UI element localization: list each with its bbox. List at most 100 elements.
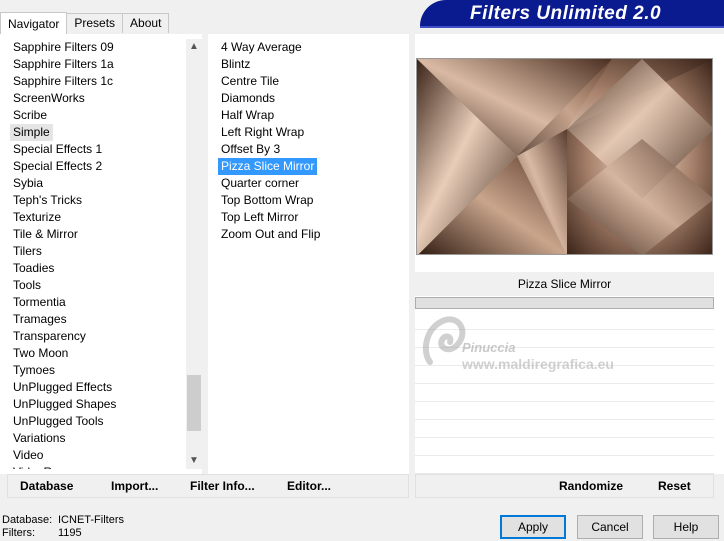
category-label: Video (13, 448, 44, 462)
category-label: Tramages (13, 312, 67, 326)
parameter-row (415, 384, 714, 402)
category-item[interactable]: Simple (0, 124, 186, 141)
category-label: UnPlugged Effects (13, 380, 113, 394)
category-item[interactable]: Tramages (0, 311, 186, 328)
category-item[interactable]: UnPlugged Shapes (0, 396, 186, 413)
preview-image (416, 58, 713, 255)
category-label: Toadies (13, 261, 55, 275)
parameter-row (415, 438, 714, 456)
filter-item[interactable]: Top Left Mirror (208, 209, 408, 226)
category-label: Tools (13, 278, 42, 292)
category-label: Simple (10, 124, 53, 141)
category-item[interactable]: UnPlugged Tools (0, 413, 186, 430)
category-item[interactable]: ScreenWorks (0, 90, 186, 107)
category-item[interactable]: Teph's Tricks (0, 192, 186, 209)
parameter-row (415, 402, 714, 420)
filter-item[interactable]: 4 Way Average (208, 39, 408, 56)
tab-navigator[interactable]: Navigator (0, 12, 68, 34)
category-label: Sapphire Filters 1a (13, 57, 114, 71)
category-item[interactable]: Sapphire Filters 1c (0, 73, 186, 90)
category-label: Special Effects 2 (13, 159, 103, 173)
category-label: Transparency (13, 329, 86, 343)
scroll-down-arrow-icon[interactable]: ▼ (186, 453, 202, 469)
category-item[interactable]: Toadies (0, 260, 186, 277)
category-item[interactable]: Sapphire Filters 1a (0, 56, 186, 73)
category-item[interactable]: Tools (0, 277, 186, 294)
filter-info-button[interactable]: Filter Info... (190, 479, 255, 493)
scroll-up-arrow-icon[interactable]: ▲ (186, 39, 202, 55)
tab-about[interactable]: About (122, 13, 170, 33)
category-item[interactable]: Sapphire Filters 09 (0, 39, 186, 56)
filter-label: Zoom Out and Flip (221, 227, 321, 241)
category-item[interactable]: Scribe (0, 107, 186, 124)
filter-label: Quarter corner (221, 176, 300, 190)
category-label: Texturize (13, 210, 62, 224)
category-item[interactable]: Tilers (0, 243, 186, 260)
category-item[interactable]: Texturize (0, 209, 186, 226)
parameter-row (415, 456, 714, 474)
cancel-button[interactable]: Cancel (577, 515, 643, 539)
filter-label: Offset By 3 (221, 142, 281, 156)
filter-label: Top Bottom Wrap (221, 193, 314, 207)
filter-item[interactable]: Pizza Slice Mirror (208, 158, 408, 175)
scrollbar-thumb[interactable] (187, 375, 201, 431)
category-label: UnPlugged Shapes (13, 397, 117, 411)
filters-label: Filters: (2, 527, 35, 539)
filter-label: Centre Tile (221, 74, 280, 88)
category-item[interactable]: VideoRave (0, 464, 186, 469)
apply-button[interactable]: Apply (500, 515, 566, 539)
category-label: Tymoes (13, 363, 56, 377)
parameter-slider[interactable] (415, 297, 714, 309)
category-item[interactable]: Special Effects 1 (0, 141, 186, 158)
database-label: Database: (2, 514, 53, 526)
category-item[interactable]: Variations (0, 430, 186, 447)
category-label: Sapphire Filters 1c (13, 74, 114, 88)
filter-label: Pizza Slice Mirror (218, 158, 318, 175)
category-item[interactable]: Sybia (0, 175, 186, 192)
randomize-button[interactable]: Randomize (559, 479, 623, 493)
filter-item[interactable]: Centre Tile (208, 73, 408, 90)
reset-button[interactable]: Reset (658, 479, 691, 493)
category-scrollbar[interactable]: ▲ ▼ (186, 39, 202, 469)
editor-button[interactable]: Editor... (287, 479, 331, 493)
category-item[interactable]: Tymoes (0, 362, 186, 379)
title-banner: Filters Unlimited 2.0 (420, 0, 724, 28)
category-label: UnPlugged Tools (13, 414, 104, 428)
category-label: ScreenWorks (13, 91, 85, 105)
category-label: Special Effects 1 (13, 142, 103, 156)
category-label: Tilers (13, 244, 42, 258)
database-button[interactable]: Database (20, 479, 73, 493)
filter-item[interactable]: Half Wrap (208, 107, 408, 124)
filter-item[interactable]: Top Bottom Wrap (208, 192, 408, 209)
category-label: Teph's Tricks (13, 193, 82, 207)
filter-item[interactable]: Offset By 3 (208, 141, 408, 158)
filter-label: Top Left Mirror (221, 210, 299, 224)
category-item[interactable]: Two Moon (0, 345, 186, 362)
category-list[interactable]: Sapphire Filters 09 Sapphire Filters 1a Sa… (0, 39, 186, 469)
category-label: Variations (13, 431, 66, 445)
selected-filter-name: Pizza Slice Mirror (415, 272, 714, 296)
filter-item[interactable]: Quarter corner (208, 175, 408, 192)
category-label: Tile & Mirror (13, 227, 78, 241)
filter-label: Left Right Wrap (221, 125, 305, 139)
category-item[interactable]: Special Effects 2 (0, 158, 186, 175)
database-value: ICNET-Filters (58, 514, 124, 526)
tab-presets[interactable]: Presets (66, 13, 124, 33)
category-item[interactable]: Video (0, 447, 186, 464)
filter-item[interactable]: Blintz (208, 56, 408, 73)
filter-list[interactable]: 4 Way Average Blintz Centre Tile Diamonds Ha… (208, 39, 408, 469)
filters-count: 1195 (58, 527, 82, 539)
category-item[interactable]: Transparency (0, 328, 186, 345)
database-info: Database: ICNET-Filters Filters: 1195 (2, 514, 124, 540)
banner-title: Filters Unlimited 2.0 (470, 3, 662, 24)
import-button[interactable]: Import... (111, 479, 158, 493)
category-item[interactable]: Tormentia (0, 294, 186, 311)
watermark-url: www.maldiregrafica.eu (462, 356, 614, 372)
filter-item[interactable]: Diamonds (208, 90, 408, 107)
filter-item[interactable]: Zoom Out and Flip (208, 226, 408, 243)
watermark: Pinuccia www.maldiregrafica.eu (412, 312, 642, 382)
category-item[interactable]: UnPlugged Effects (0, 379, 186, 396)
help-button[interactable]: Help (653, 515, 719, 539)
category-item[interactable]: Tile & Mirror (0, 226, 186, 243)
filter-item[interactable]: Left Right Wrap (208, 124, 408, 141)
